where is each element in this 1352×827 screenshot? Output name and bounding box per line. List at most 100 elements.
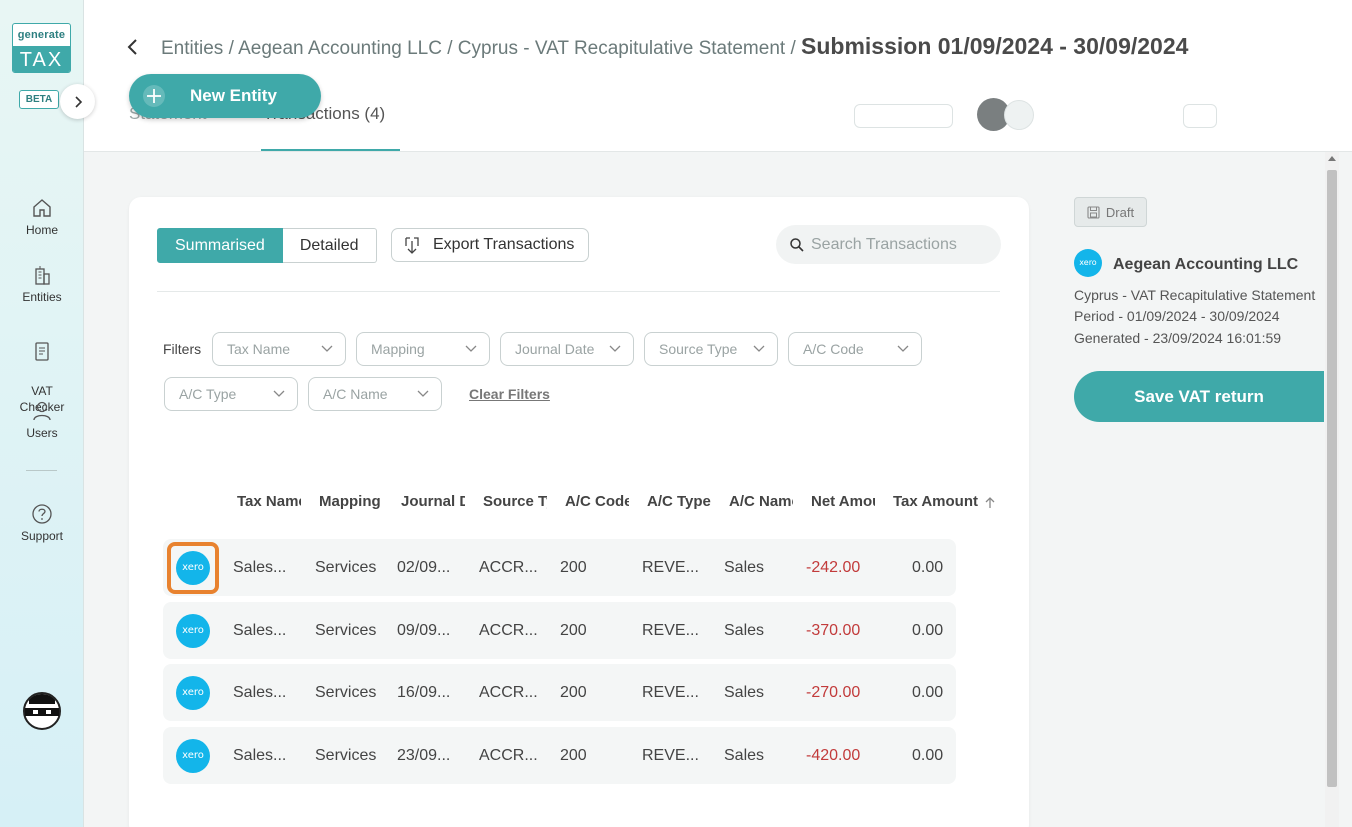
scrollbar-thumb[interactable] (1327, 170, 1337, 787)
cell-mapping: Services (315, 559, 377, 576)
breadcrumb: Entities / Aegean Accounting LLC / Cypru… (161, 33, 1188, 60)
expand-sidebar-button[interactable] (60, 84, 95, 119)
download-icon (405, 237, 419, 254)
cell-source-type: ACCR... (479, 622, 538, 639)
filter-ac-type[interactable]: A/C Type (164, 377, 298, 411)
cell-tax-name: Sales... (233, 684, 287, 701)
sidebar-item-entities[interactable]: Entities (0, 264, 84, 304)
column-header-tax-amount[interactable]: Tax Amount (893, 493, 979, 510)
column-header-net-amount[interactable]: Net Amount (811, 493, 875, 510)
xero-logo: xero (1074, 249, 1102, 277)
chevron-down-icon (273, 390, 285, 397)
xero-logo[interactable]: xero (176, 676, 210, 710)
cell-journal-date: 16/09... (397, 684, 451, 701)
period-info: Period - 01/09/2024 - 30/09/2024 (1074, 308, 1280, 324)
avatar-secondary[interactable] (1004, 100, 1034, 130)
building-icon (35, 266, 50, 285)
xero-logo[interactable]: xero (176, 739, 210, 773)
logo-bottom-text: TAX (13, 46, 70, 72)
cell-journal-date: 23/09... (397, 747, 451, 764)
save-vat-return-button[interactable]: Save VAT return (1074, 371, 1324, 422)
active-tab-indicator (261, 149, 400, 151)
summarised-toggle[interactable]: Summarised (157, 228, 283, 263)
cell-source-type: ACCR... (479, 559, 538, 576)
table-row[interactable]: xero Sales... Services 02/09... ACCR... … (163, 539, 956, 596)
cell-ac-type: REVE... (642, 559, 699, 576)
export-transactions-button[interactable]: Export Transactions (391, 228, 589, 262)
view-toggle: Summarised Detailed (157, 228, 377, 263)
sidebar-item-label: Home (25, 223, 58, 237)
sidebar-item-support[interactable]: Support (0, 503, 84, 543)
column-header-source-type[interactable]: Source Type (483, 493, 547, 510)
cell-ac-name: Sales (724, 559, 765, 576)
column-header-mapping[interactable]: Mapping (319, 493, 383, 510)
cell-ac-name: Sales (724, 622, 765, 639)
chevron-down-icon (897, 345, 909, 352)
export-label: Export Transactions (433, 236, 575, 253)
logo-top-text: generate (17, 29, 66, 41)
cell-ac-code: 200 (560, 622, 587, 639)
cell-mapping: Services (315, 747, 377, 764)
search-box[interactable] (776, 225, 1001, 264)
back-button[interactable] (125, 36, 145, 58)
table-row[interactable]: xero Sales... Services 09/09... ACCR... … (163, 602, 956, 659)
detailed-toggle[interactable]: Detailed (282, 228, 377, 263)
search-icon (790, 237, 804, 252)
sidebar-item-users[interactable]: Users (0, 400, 84, 440)
new-entity-label: New Entity (190, 86, 277, 105)
filter-journal-date[interactable]: Journal Date (500, 332, 634, 366)
cell-net-amount: -370.00 (806, 622, 861, 639)
table-row[interactable]: xero Sales... Services 23/09... ACCR... … (163, 727, 956, 784)
filter-label: Source Type (659, 341, 738, 357)
filter-label: Tax Name (227, 341, 291, 357)
user-avatar[interactable] (23, 692, 61, 730)
cell-source-type: ACCR... (479, 684, 538, 701)
column-header-ac-type[interactable]: A/C Type (647, 493, 711, 510)
breadcrumb-path[interactable]: Entities / Aegean Accounting LLC / Cypru… (161, 38, 801, 59)
scroll-up-icon[interactable] (1328, 156, 1336, 161)
table-row[interactable]: xero Sales... Services 16/09... ACCR... … (163, 664, 956, 721)
column-header-journal-date[interactable]: Journal Date (401, 493, 465, 510)
column-header-tax-name[interactable]: Tax Name (237, 493, 301, 510)
generated-info: Generated - 23/09/2024 16:01:59 (1074, 330, 1282, 346)
filter-label: A/C Name (323, 386, 388, 402)
generate-tax-logo[interactable]: generate TAX (12, 23, 71, 73)
filter-mapping[interactable]: Mapping (356, 332, 490, 366)
sidebar: generate TAX BETA Home Entities VAT Chec… (0, 0, 84, 827)
filter-ac-name[interactable]: A/C Name (308, 377, 442, 411)
clear-filters-link[interactable]: Clear Filters (469, 386, 550, 402)
cell-ac-code: 200 (560, 559, 587, 576)
sort-ascending-icon[interactable] (984, 496, 996, 509)
save-icon (1087, 205, 1100, 219)
cell-tax-amount: 0.00 (912, 747, 944, 764)
cell-journal-date: 02/09... (397, 559, 451, 576)
cell-ac-name: Sales (724, 747, 765, 764)
filter-ac-code[interactable]: A/C Code (788, 332, 922, 366)
chevron-left-icon (127, 39, 137, 55)
user-icon (33, 401, 51, 421)
filter-tax-name[interactable]: Tax Name (212, 332, 346, 366)
column-header-ac-code[interactable]: A/C Code (565, 493, 629, 510)
sidebar-item-home[interactable]: Home (0, 197, 84, 237)
sidebar-item-label: Support (20, 529, 64, 543)
filter-label: Mapping (371, 341, 425, 357)
column-header-ac-name[interactable]: A/C Name (729, 493, 793, 510)
xero-logo[interactable]: xero (176, 614, 210, 648)
status-label: Draft (1105, 204, 1135, 220)
menu-button-obscured[interactable] (1183, 104, 1217, 128)
chevron-down-icon (465, 345, 477, 352)
cell-net-amount: -420.00 (806, 747, 861, 764)
return-type: Cyprus - VAT Recapitulative Statement (1074, 287, 1316, 303)
divider (157, 291, 1000, 292)
search-input[interactable] (811, 235, 991, 254)
document-icon (35, 342, 49, 361)
sidebar-item-label: Users (26, 426, 58, 440)
cell-ac-code: 200 (560, 747, 587, 764)
cell-tax-name: Sales... (233, 747, 287, 764)
cell-ac-type: REVE... (642, 684, 699, 701)
filter-source-type[interactable]: Source Type (644, 332, 778, 366)
new-entity-button[interactable]: New Entity (129, 74, 321, 118)
status-badge: Draft (1074, 197, 1147, 227)
help-icon (32, 504, 52, 524)
toolbar-button-obscured[interactable] (854, 104, 953, 128)
